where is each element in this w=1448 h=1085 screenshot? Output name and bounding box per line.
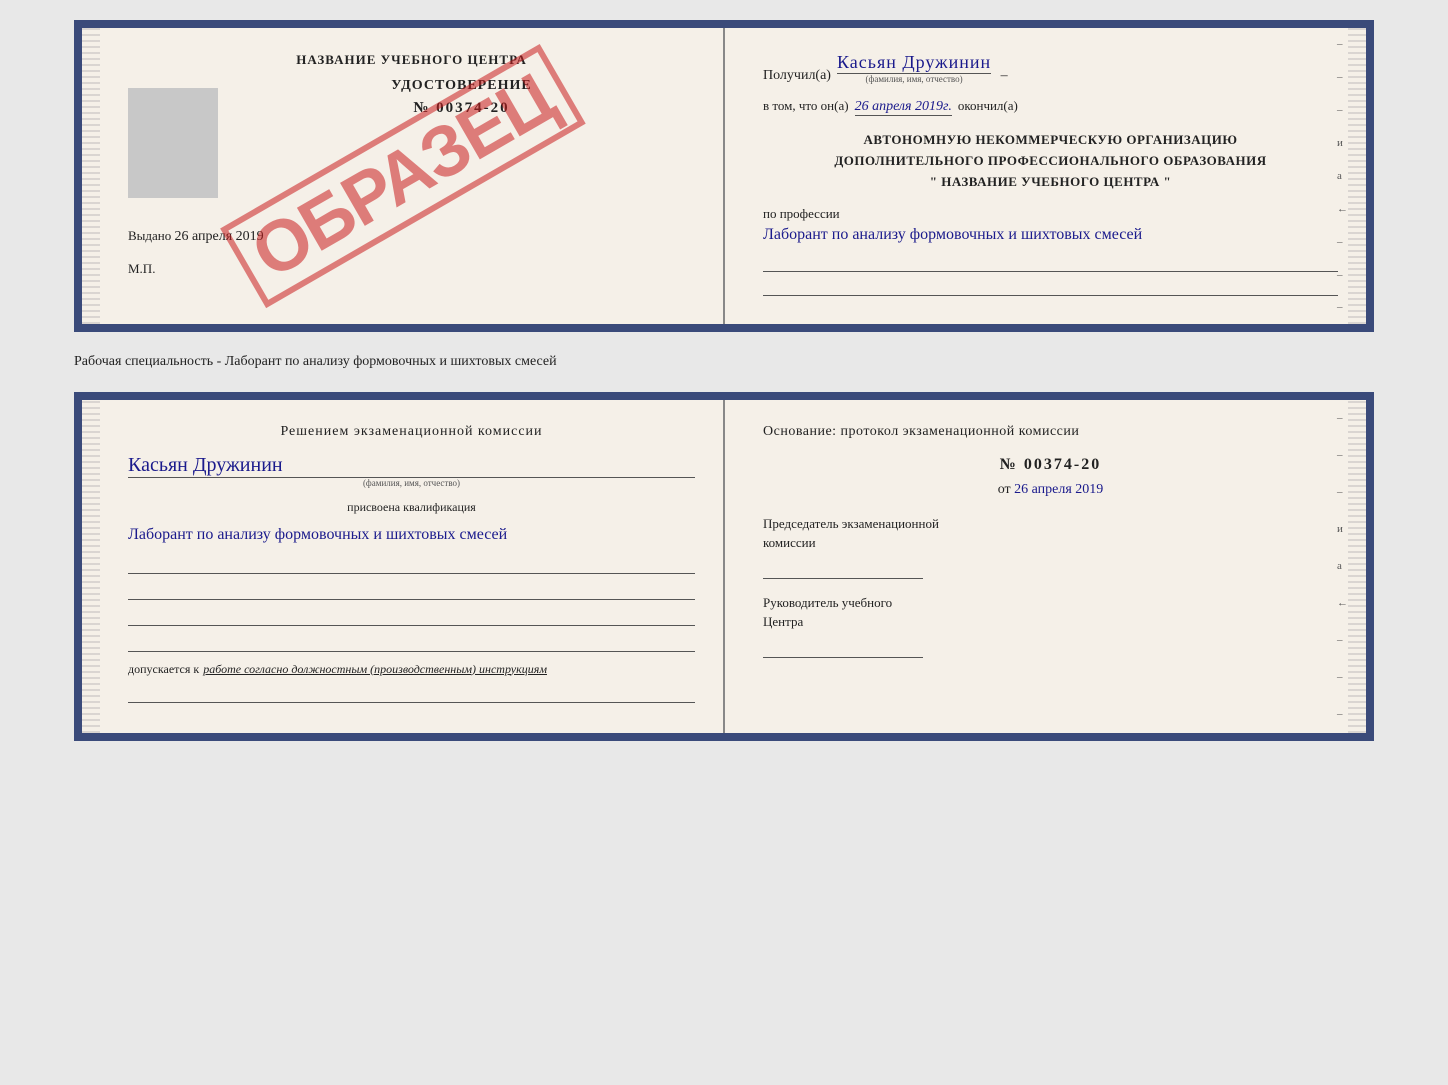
chairman-block: Председатель экзаменационной комиссии bbox=[763, 514, 1338, 579]
certificate-block: УДОСТОВЕРЕНИЕ № 00374-20 bbox=[110, 78, 695, 198]
underline1 bbox=[763, 252, 1338, 272]
bottom-right-panel: Основание: протокол экзаменационной коми… bbox=[725, 400, 1366, 733]
руководитель-signature-line bbox=[763, 636, 923, 658]
top-right-panel: Получил(а) Касьян Дружинин (фамилия, имя… bbox=[725, 28, 1366, 324]
org-line3: " НАЗВАНИЕ УЧЕБНОГО ЦЕНТРА " bbox=[763, 172, 1338, 193]
руководитель-block: Руководитель учебного Центра bbox=[763, 593, 1338, 658]
side-dashes: – – – и а ← – – – bbox=[1337, 28, 1348, 324]
protocol-date-value: 26 апреля 2019 bbox=[1014, 482, 1103, 497]
bottom-side-dashes: – – – и а ← – – – bbox=[1337, 400, 1348, 733]
vtom-suffix: окончил(а) bbox=[958, 98, 1018, 114]
underline2 bbox=[763, 276, 1338, 296]
qualification-label-container: присвоена квалификация bbox=[128, 498, 695, 516]
issued-date: 26 апреля 2019 bbox=[175, 229, 264, 244]
protocol-date-prefix: от bbox=[998, 482, 1011, 497]
допускается-prefix: допускается к bbox=[128, 662, 199, 677]
blank-line5 bbox=[128, 683, 695, 703]
bottom-document: Решением экзаменационной комиссии Касьян… bbox=[74, 392, 1374, 741]
profession-block: по профессии Лаборант по анализу формово… bbox=[763, 206, 1338, 296]
org-line2: ДОПОЛНИТЕЛЬНОГО ПРОФЕССИОНАЛЬНОГО ОБРАЗО… bbox=[763, 151, 1338, 172]
top-left-title: НАЗВАНИЕ УЧЕБНОГО ЦЕНТРА bbox=[110, 52, 695, 68]
bottom-name-sublabel: (фамилия, имя, отчество) bbox=[128, 477, 695, 488]
qualification-handwritten: Лаборант по анализу формовочных и шихтов… bbox=[128, 522, 695, 548]
руководитель-line2: Центра bbox=[763, 612, 1338, 632]
received-sublabel: (фамилия, имя, отчество) bbox=[837, 73, 991, 84]
profession-handwritten: Лаборант по анализу формовочных и шихтов… bbox=[763, 222, 1338, 248]
received-dash: – bbox=[997, 68, 1008, 84]
cert-number: № 00374-20 bbox=[228, 100, 695, 117]
mp-line: М.П. bbox=[110, 261, 695, 277]
profession-label: по профессии bbox=[763, 206, 840, 221]
cert-issued: Выдано 26 апреля 2019 bbox=[110, 228, 695, 245]
top-left-panel: НАЗВАНИЕ УЧЕБНОГО ЦЕНТРА УДОСТОВЕРЕНИЕ №… bbox=[82, 28, 725, 324]
top-right-content: Получил(а) Касьян Дружинин (фамилия, имя… bbox=[753, 52, 1338, 296]
vtom-prefix: в том, что он(а) bbox=[763, 98, 849, 114]
protocol-date: от 26 апреля 2019 bbox=[763, 482, 1338, 498]
chairman-line1: Председатель экзаменационной bbox=[763, 514, 1338, 534]
bottom-right-content: Основание: протокол экзаменационной коми… bbox=[753, 424, 1338, 658]
руководитель-line1: Руководитель учебного bbox=[763, 593, 1338, 613]
bottom-name-container: Касьян Дружинин (фамилия, имя, отчество) bbox=[128, 454, 695, 488]
vtom-line: в том, что он(а) 26 апреля 2019г. окончи… bbox=[763, 98, 1338, 116]
photo-placeholder bbox=[128, 88, 218, 198]
issued-prefix: Выдано bbox=[128, 228, 171, 243]
bottom-name-handwritten: Касьян Дружинин bbox=[128, 454, 283, 476]
osnov-title: Основание: протокол экзаменационной коми… bbox=[763, 424, 1338, 440]
resolution-title: Решением экзаменационной комиссии bbox=[128, 424, 695, 440]
blank-line2 bbox=[128, 580, 695, 600]
protocol-number: № 00374-20 bbox=[763, 456, 1338, 474]
top-document: НАЗВАНИЕ УЧЕБНОГО ЦЕНТРА УДОСТОВЕРЕНИЕ №… bbox=[74, 20, 1374, 332]
bottom-left-content: Решением экзаменационной комиссии Касьян… bbox=[110, 424, 695, 703]
cert-text: УДОСТОВЕРЕНИЕ № 00374-20 bbox=[228, 78, 695, 198]
blank-line4 bbox=[128, 632, 695, 652]
bottom-left-panel: Решением экзаменационной комиссии Касьян… bbox=[82, 400, 725, 733]
chairman-signature-line bbox=[763, 557, 923, 579]
cert-label: УДОСТОВЕРЕНИЕ bbox=[228, 78, 695, 94]
received-name: Касьян Дружинин bbox=[837, 52, 991, 73]
допускается-line: допускается к работе согласно должностны… bbox=[128, 662, 695, 677]
vtom-date: 26 апреля 2019г. bbox=[855, 99, 952, 116]
org-line1: АВТОНОМНУЮ НЕКОММЕРЧЕСКУЮ ОРГАНИЗАЦИЮ bbox=[763, 130, 1338, 151]
separator-text: Рабочая специальность - Лаборант по анал… bbox=[74, 350, 1374, 374]
received-prefix: Получил(а) bbox=[763, 68, 831, 84]
qualification-label: присвоена квалификация bbox=[347, 500, 476, 514]
received-line: Получил(а) Касьян Дружинин (фамилия, имя… bbox=[763, 52, 1338, 84]
chairman-line2: комиссии bbox=[763, 533, 1338, 553]
blank-line1 bbox=[128, 554, 695, 574]
org-block: АВТОНОМНУЮ НЕКОММЕРЧЕСКУЮ ОРГАНИЗАЦИЮ ДО… bbox=[763, 130, 1338, 192]
допускается-text: работе согласно должностным (производств… bbox=[203, 662, 547, 677]
blank-line3 bbox=[128, 606, 695, 626]
